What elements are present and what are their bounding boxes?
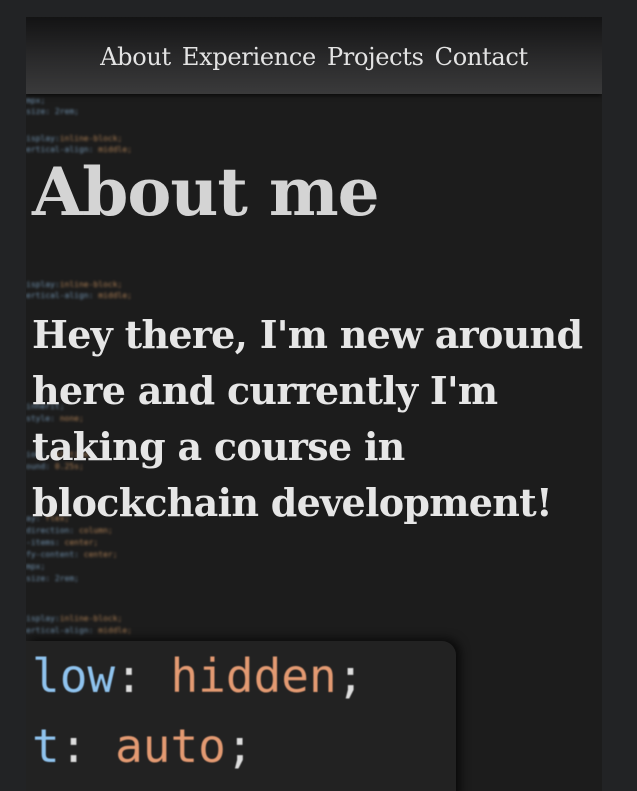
nav-link-about[interactable]: About: [100, 43, 171, 71]
page-title: About me: [32, 153, 380, 231]
code-window-image: low: hidden; t: auto;: [26, 641, 456, 791]
nav-link-projects[interactable]: Projects: [327, 43, 424, 71]
nav-link-experience[interactable]: Experience: [182, 43, 316, 71]
code-line-auto: t: auto;: [32, 719, 254, 773]
intro-text: Hey there, I'm new around here and curre…: [32, 312, 583, 525]
nav-link-contact[interactable]: Contact: [435, 43, 529, 71]
top-navbar: About Experience Projects Contact: [26, 17, 602, 94]
code-line-overflow: low: hidden;: [32, 649, 365, 703]
page-viewport: mpx; size: 2rem; isplay:inline-block; er…: [26, 17, 602, 791]
